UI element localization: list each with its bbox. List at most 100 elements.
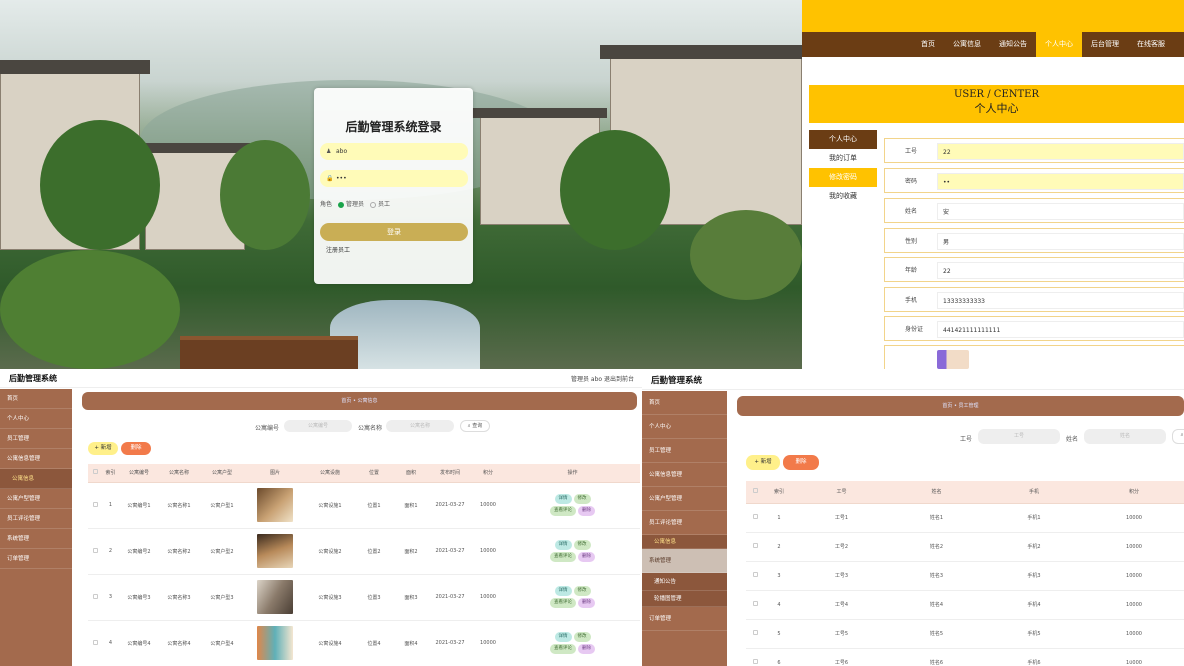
row-checkbox[interactable] xyxy=(746,648,764,666)
sidebar-item-home[interactable]: 首页 xyxy=(642,391,727,415)
search-button[interactable]: ⌕ 查询 xyxy=(460,420,490,432)
login-button[interactable]: 登录 xyxy=(320,223,468,241)
sidebar-item-system[interactable]: 系统管理 xyxy=(642,549,727,573)
column-header[interactable]: 面积 xyxy=(393,464,429,483)
edit-button[interactable]: 修改 xyxy=(573,586,591,596)
select-all-checkbox[interactable] xyxy=(88,464,102,483)
room-photo[interactable] xyxy=(257,580,293,614)
view-comments-button[interactable]: 查看评论 xyxy=(550,506,576,516)
field-input[interactable]: 男 xyxy=(937,233,1184,250)
sidebar-item-room-type[interactable]: 公寓户型管理 xyxy=(642,487,727,511)
select-all-checkbox[interactable] xyxy=(746,481,764,504)
column-header[interactable]: 公寓户型 xyxy=(199,464,245,483)
row-delete-button[interactable]: 删除 xyxy=(578,506,595,516)
field-input[interactable]: 13333333333 xyxy=(937,292,1184,309)
menu-my-orders[interactable]: 我的订单 xyxy=(809,149,877,168)
password-input[interactable]: 🔒 ••• xyxy=(320,170,468,187)
column-header[interactable]: 积分 xyxy=(471,464,505,483)
search-button[interactable]: ⌕ xyxy=(1172,429,1184,444)
edit-button[interactable]: 修改 xyxy=(573,632,591,642)
avatar[interactable] xyxy=(937,350,969,369)
room-photo[interactable] xyxy=(257,626,293,660)
field-input[interactable]: 22 xyxy=(937,262,1184,279)
register-link[interactable]: 注册员工 xyxy=(326,245,350,254)
admin-user-links[interactable]: 管理员 abo 退出到前台 xyxy=(571,374,634,383)
nav-home[interactable]: 首页 xyxy=(912,32,944,57)
detail-button[interactable]: 详情 xyxy=(554,494,572,504)
add-button[interactable]: + 新增 xyxy=(88,442,118,455)
sidebar-item-employees[interactable]: 员工管理 xyxy=(0,429,72,449)
search-input-name[interactable]: 公寓名称 xyxy=(386,420,454,432)
sidebar-item-notice[interactable]: 通知公告 xyxy=(642,573,727,591)
view-comments-button[interactable]: 查看评论 xyxy=(550,644,576,654)
delete-button[interactable]: 删除 xyxy=(783,455,819,470)
sidebar-item-apartment-mgmt[interactable]: 公寓信息管理 xyxy=(0,449,72,469)
sidebar-item-apartment-info[interactable]: 公寓信息 xyxy=(642,535,727,549)
edit-button[interactable]: 修改 xyxy=(573,494,591,504)
row-checkbox[interactable] xyxy=(746,590,764,620)
column-header[interactable]: 发布时间 xyxy=(429,464,471,483)
nav-service[interactable]: 在线客服 xyxy=(1128,32,1174,57)
sidebar-item-system[interactable]: 系统管理 xyxy=(0,529,72,549)
column-header[interactable]: 公寓编号 xyxy=(119,464,159,483)
nav-apartment[interactable]: 公寓信息 xyxy=(944,32,990,57)
column-header[interactable]: 姓名 xyxy=(889,481,984,504)
column-header[interactable]: 手机 xyxy=(984,481,1084,504)
view-comments-button[interactable]: 查看评论 xyxy=(550,598,576,608)
row-checkbox[interactable] xyxy=(88,574,102,621)
row-checkbox[interactable] xyxy=(88,482,102,529)
column-header[interactable]: 索引 xyxy=(102,464,119,483)
detail-button[interactable]: 详情 xyxy=(554,586,572,596)
column-header[interactable]: 积分 xyxy=(1084,481,1184,504)
search-input-id[interactable]: 工号 xyxy=(978,429,1060,444)
nav-admin[interactable]: 后台管理 xyxy=(1082,32,1128,57)
search-input-name[interactable]: 姓名 xyxy=(1084,429,1166,444)
column-header[interactable]: 公寓设施 xyxy=(305,464,355,483)
delete-button[interactable]: 删除 xyxy=(121,442,151,455)
edit-button[interactable]: 修改 xyxy=(573,540,591,550)
column-header[interactable]: 公寓名称 xyxy=(159,464,199,483)
sidebar-item-apartment-info[interactable]: 公寓信息 xyxy=(0,469,72,489)
room-photo[interactable] xyxy=(257,534,293,568)
row-checkbox[interactable] xyxy=(746,503,764,533)
search-input-code[interactable]: 公寓编号 xyxy=(284,420,352,432)
detail-button[interactable]: 详情 xyxy=(554,540,572,550)
field-input[interactable]: 441421111111111 xyxy=(937,321,1184,338)
row-checkbox[interactable] xyxy=(746,532,764,562)
add-button[interactable]: + 新增 xyxy=(746,455,780,470)
nav-user-center[interactable]: 个人中心 xyxy=(1036,32,1082,57)
row-delete-button[interactable]: 删除 xyxy=(578,644,595,654)
nav-notice[interactable]: 通知公告 xyxy=(990,32,1036,57)
field-input[interactable]: 22 xyxy=(937,143,1184,160)
role-admin[interactable]: 管理员 xyxy=(338,199,364,208)
sidebar-item-carousel[interactable]: 轮播图管理 xyxy=(642,591,727,607)
sidebar-item-room-type[interactable]: 公寓户型管理 xyxy=(0,489,72,509)
column-header[interactable]: 工号 xyxy=(794,481,889,504)
view-comments-button[interactable]: 查看评论 xyxy=(550,552,576,562)
sidebar-item-home[interactable]: 首页 xyxy=(0,389,72,409)
row-delete-button[interactable]: 删除 xyxy=(578,598,595,608)
username-input[interactable]: ♟ abo xyxy=(320,143,468,160)
menu-change-password[interactable]: 修改密码 xyxy=(809,168,877,187)
room-photo[interactable] xyxy=(257,488,293,522)
row-delete-button[interactable]: 删除 xyxy=(578,552,595,562)
sidebar-item-apartment-mgmt[interactable]: 公寓信息管理 xyxy=(642,463,727,487)
detail-button[interactable]: 详情 xyxy=(554,632,572,642)
sidebar-item-profile[interactable]: 个人中心 xyxy=(0,409,72,429)
row-checkbox[interactable] xyxy=(88,528,102,575)
sidebar-item-employees[interactable]: 员工管理 xyxy=(642,439,727,463)
field-input[interactable]: 安 xyxy=(937,203,1184,220)
menu-favorites[interactable]: 我的收藏 xyxy=(809,187,877,206)
row-checkbox[interactable] xyxy=(88,620,102,666)
field-input[interactable]: •• xyxy=(937,173,1184,190)
row-checkbox[interactable] xyxy=(746,561,764,591)
sidebar-item-comments[interactable]: 员工评论管理 xyxy=(0,509,72,529)
sidebar-item-orders[interactable]: 订单管理 xyxy=(0,549,72,569)
column-header[interactable]: 索引 xyxy=(764,481,794,504)
sidebar-item-profile[interactable]: 个人中心 xyxy=(642,415,727,439)
column-header[interactable]: 位置 xyxy=(355,464,393,483)
row-checkbox[interactable] xyxy=(746,619,764,649)
sidebar-item-comments[interactable]: 员工评论管理 xyxy=(642,511,727,535)
role-employee[interactable]: 员工 xyxy=(370,199,390,208)
sidebar-item-orders[interactable]: 订单管理 xyxy=(642,607,727,631)
